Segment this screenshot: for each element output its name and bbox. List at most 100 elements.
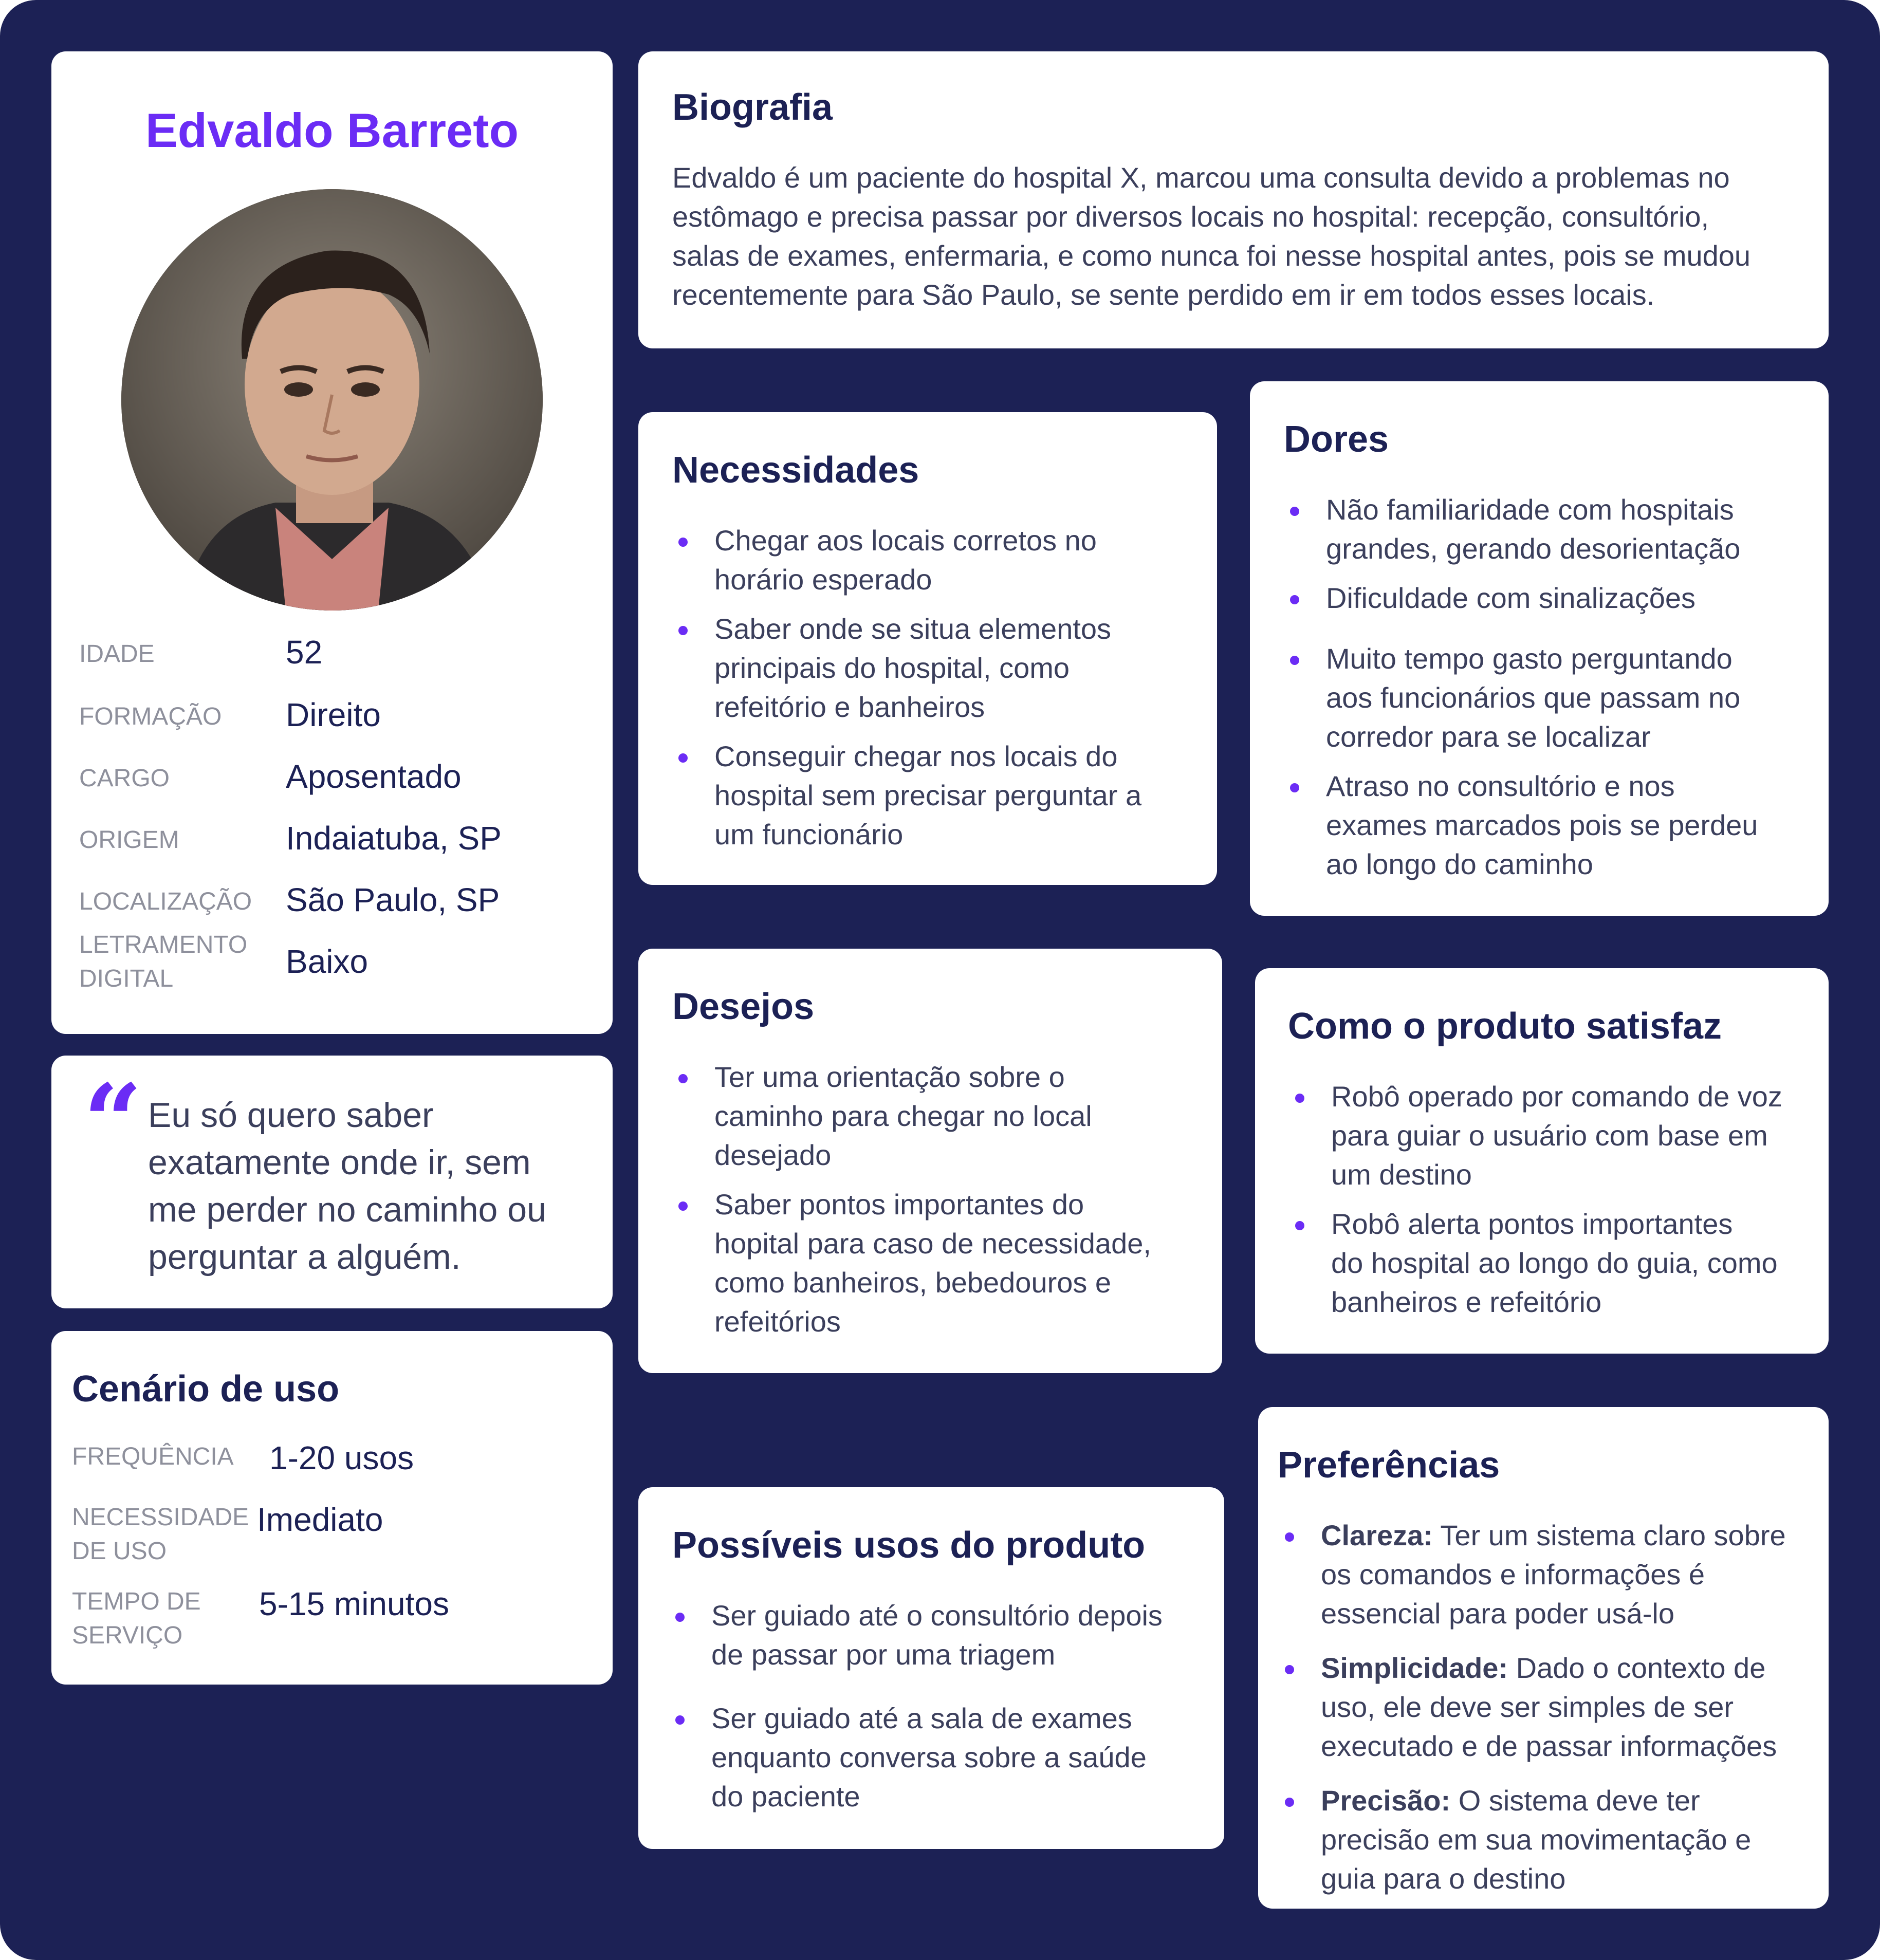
item-line: um destino bbox=[1331, 1158, 1472, 1191]
list-item: Saber onde se situa elementos principais… bbox=[678, 609, 1141, 727]
list-item: Ter uma orientação sobre o caminho para … bbox=[678, 1058, 1151, 1175]
item-line: aos funcionários que passam no bbox=[1326, 681, 1741, 714]
list-item: Dificuldade com sinalizações bbox=[1289, 579, 1758, 618]
item-line: Simplicidade: Dado o contexto de bbox=[1321, 1649, 1786, 1688]
detail-value-localizacao: São Paulo, SP bbox=[286, 881, 500, 918]
biografia-text: Edvaldo é um paciente do hospital X, mar… bbox=[672, 158, 1750, 315]
quote-line: Eu só quero saber bbox=[148, 1096, 434, 1135]
quote-line: perguntar a alguém. bbox=[148, 1237, 461, 1277]
quote-text: Eu só quero saber exatamente onde ir, se… bbox=[148, 1092, 546, 1281]
item-line: desejado bbox=[714, 1139, 832, 1171]
detail-label-localizacao: LOCALIZAÇÃO bbox=[79, 888, 252, 915]
preferencias-card: Preferências Clareza: Ter um sistema cla… bbox=[1258, 1407, 1829, 1909]
item-line: hopital para caso de necessidade, bbox=[714, 1227, 1151, 1260]
list-item: Precisão: O sistema deve ter precisão em… bbox=[1285, 1781, 1786, 1898]
desejos-title: Desejos bbox=[672, 986, 815, 1027]
usos-title: Possíveis usos do produto bbox=[672, 1525, 1146, 1566]
detail-value-cargo: Aposentado bbox=[286, 758, 462, 795]
item-line: Clareza: Ter um sistema claro sobre bbox=[1321, 1516, 1786, 1555]
cenario-card: Cenário de uso FREQUÊNCIA 1-20 usos NECE… bbox=[51, 1331, 613, 1685]
list-item: Ser guiado até a sala de exames enquanto… bbox=[675, 1699, 1163, 1816]
item-line: de passar por uma triagem bbox=[711, 1638, 1056, 1671]
item-line: precisão em sua movimentação e bbox=[1321, 1823, 1752, 1856]
necessidades-title: Necessidades bbox=[672, 450, 919, 491]
list-item: Atraso no consultório e nos exames marca… bbox=[1289, 767, 1758, 884]
satisfaz-card: Como o produto satisfaz Robô operado por… bbox=[1255, 968, 1829, 1354]
profile-card: Edvaldo Barreto IDADE 52 FORMAÇÃO Direit… bbox=[51, 51, 613, 1034]
item-line: do paciente bbox=[711, 1780, 860, 1813]
list-item: Saber pontos importantes do hopital para… bbox=[678, 1185, 1151, 1341]
list-item: Conseguir chegar nos locais do hospital … bbox=[678, 737, 1141, 854]
pref-label: Precisão: bbox=[1321, 1784, 1451, 1817]
detail-label-cargo: CARGO bbox=[79, 765, 170, 792]
biografia-line: recentemente para São Paulo, se sente pe… bbox=[672, 279, 1655, 311]
list-item: Ser guiado até o consultório depois de p… bbox=[675, 1596, 1163, 1674]
item-line: ao longo do caminho bbox=[1326, 848, 1593, 880]
satisfaz-title: Como o produto satisfaz bbox=[1288, 1006, 1722, 1047]
portrait-graphic bbox=[121, 189, 543, 611]
satisfaz-list: Robô operado por comando de voz para gui… bbox=[1295, 1077, 1782, 1333]
item-line: executado e de passar informações bbox=[1321, 1730, 1777, 1762]
dores-title: Dores bbox=[1284, 419, 1389, 460]
cenario-label-frequencia: FREQUÊNCIA bbox=[72, 1443, 234, 1470]
item-line: corredor para se localizar bbox=[1326, 720, 1651, 753]
item-line: como banheiros, bebedouros e bbox=[714, 1266, 1112, 1299]
detail-value-letramento: Baixo bbox=[286, 943, 368, 980]
detail-value-origem: Indaiatuba, SP bbox=[286, 820, 502, 857]
item-line: principais do hospital, como bbox=[714, 652, 1070, 684]
preferencias-list: Clareza: Ter um sistema claro sobre os c… bbox=[1285, 1516, 1786, 1910]
quote-line: exatamente onde ir, sem bbox=[148, 1143, 531, 1182]
desejos-list: Ter uma orientação sobre o caminho para … bbox=[678, 1058, 1151, 1353]
biografia-line: estômago e precisa passar por diversos l… bbox=[672, 200, 1709, 233]
cenario-value-frequencia: 1-20 usos bbox=[269, 1439, 414, 1476]
item-line: Saber pontos importantes do bbox=[714, 1188, 1084, 1221]
item-line: Ser guiado até o consultório depois bbox=[711, 1599, 1163, 1632]
item-text: Dado o contexto de bbox=[1516, 1652, 1766, 1684]
item-line: Ser guiado até a sala de exames bbox=[711, 1702, 1132, 1734]
item-line: Atraso no consultório e nos bbox=[1326, 770, 1675, 802]
item-line: Ter uma orientação sobre o bbox=[714, 1061, 1065, 1093]
cenario-label-tempo-2: SERVIÇO bbox=[72, 1622, 183, 1649]
item-line: os comandos e informações é bbox=[1321, 1558, 1705, 1591]
cenario-value-tempo: 5-15 minutos bbox=[259, 1585, 449, 1622]
item-line: Muito tempo gasto perguntando bbox=[1326, 642, 1732, 675]
list-item: Simplicidade: Dado o contexto de uso, el… bbox=[1285, 1649, 1786, 1766]
cenario-title: Cenário de uso bbox=[72, 1369, 340, 1410]
dores-card: Dores Não familiaridade com hospitais gr… bbox=[1250, 381, 1829, 916]
list-item: Robô operado por comando de voz para gui… bbox=[1295, 1077, 1782, 1194]
cenario-value-necessidade: Imediato bbox=[257, 1501, 383, 1538]
detail-label-letramento-2: DIGITAL bbox=[79, 965, 174, 992]
pref-label: Simplicidade: bbox=[1321, 1652, 1508, 1684]
list-item: Não familiaridade com hospitais grandes,… bbox=[1289, 490, 1758, 568]
dores-list: Não familiaridade com hospitais grandes,… bbox=[1289, 490, 1758, 895]
item-line: Dificuldade com sinalizações bbox=[1326, 582, 1696, 614]
item-line: Não familiaridade com hospitais bbox=[1326, 493, 1734, 526]
detail-value-idade: 52 bbox=[286, 634, 323, 671]
item-line: Chegar aos locais corretos no bbox=[714, 524, 1097, 557]
persona-board: Edvaldo Barreto IDADE 52 FORMAÇÃO Direit… bbox=[0, 0, 1880, 1960]
item-text: O sistema deve ter bbox=[1458, 1784, 1700, 1817]
detail-label-origem: ORIGEM bbox=[79, 826, 179, 854]
item-line: Saber onde se situa elementos bbox=[714, 613, 1112, 645]
cenario-label-tempo-1: TEMPO DE bbox=[72, 1588, 201, 1615]
item-line: horário esperado bbox=[714, 563, 932, 596]
list-item: Robô alerta pontos importantes do hospit… bbox=[1295, 1205, 1782, 1322]
biografia-title: Biografia bbox=[672, 87, 833, 128]
item-text: Ter um sistema claro sobre bbox=[1440, 1519, 1786, 1551]
item-line: essencial para poder usá-lo bbox=[1321, 1597, 1674, 1630]
quote-line: me perder no caminho ou bbox=[148, 1190, 546, 1229]
item-line: caminho para chegar no local bbox=[714, 1100, 1092, 1132]
person-portrait-icon bbox=[121, 189, 543, 611]
item-line: refeitórios bbox=[714, 1305, 841, 1338]
item-line: Robô operado por comando de voz bbox=[1331, 1080, 1782, 1113]
item-line: uso, ele deve ser simples de ser bbox=[1321, 1691, 1734, 1723]
item-line: um funcionário bbox=[714, 818, 904, 850]
cenario-label-necessidade-2: DE USO bbox=[72, 1538, 167, 1565]
item-line: guia para o destino bbox=[1321, 1862, 1566, 1895]
cenario-label-necessidade-1: NECESSIDADE bbox=[72, 1504, 249, 1531]
necessidades-list: Chegar aos locais corretos no horário es… bbox=[678, 521, 1141, 865]
item-line: enquanto conversa sobre a saúde bbox=[711, 1741, 1147, 1773]
item-line: Robô alerta pontos importantes bbox=[1331, 1208, 1733, 1240]
item-line: exames marcados pois se perdeu bbox=[1326, 809, 1758, 841]
item-line: refeitório e banheiros bbox=[714, 691, 985, 723]
